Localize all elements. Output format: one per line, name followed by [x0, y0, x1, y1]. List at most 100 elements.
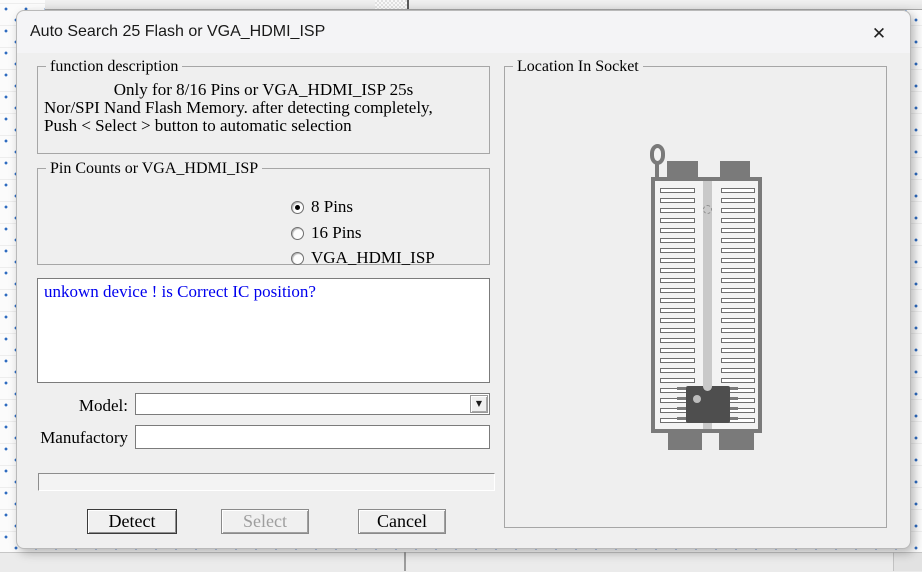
pin-slot — [721, 288, 755, 293]
dialog-title: Auto Search 25 Flash or VGA_HDMI_ISP — [30, 23, 325, 41]
cancel-button[interactable]: Cancel — [358, 509, 446, 534]
auto-search-dialog: Auto Search 25 Flash or VGA_HDMI_ISP ✕ f… — [16, 10, 911, 549]
background-divider-line-top — [407, 0, 409, 9]
dropdown-button[interactable]: ▼ — [470, 395, 488, 413]
pin-slot — [660, 228, 695, 233]
pin-slot — [721, 308, 755, 313]
radio-option-16-pins[interactable]: 16 Pins — [291, 224, 362, 242]
pin-slot — [660, 218, 695, 223]
chip-pin — [677, 397, 686, 400]
pin-slot — [721, 378, 755, 383]
detected-chip — [686, 386, 730, 423]
pin-slot — [660, 268, 695, 273]
pin-slot — [660, 348, 695, 353]
pin-slot — [660, 238, 695, 243]
pin-slot — [721, 188, 755, 193]
pin-slot — [721, 328, 755, 333]
radio-label: VGA_HDMI_ISP — [311, 248, 435, 268]
pin-counts-group: Pin Counts or VGA_HDMI_ISP 8 Pins 16 Pin… — [37, 168, 490, 265]
background-checker-pattern — [375, 0, 407, 9]
background-divider-line-bottom — [404, 552, 406, 571]
chip-pin — [729, 397, 738, 400]
pin-slot — [660, 278, 695, 283]
chip-notch — [703, 386, 712, 391]
pin-slot — [660, 198, 695, 203]
function-description-text: Only for 8/16 Pins or VGA_HDMI_ISP 25s N… — [38, 81, 489, 135]
pin-slot — [721, 338, 755, 343]
pin-slot — [721, 258, 755, 263]
chip-pins-right — [729, 387, 738, 420]
background-toolbar-strip — [45, 0, 922, 10]
pin-slot — [721, 228, 755, 233]
model-combobox[interactable]: ▼ — [135, 393, 490, 415]
pin-slot — [721, 238, 755, 243]
radio-label: 8 Pins — [311, 197, 353, 217]
chip-pin — [729, 387, 738, 390]
pin-slot — [660, 248, 695, 253]
manufactory-input[interactable] — [135, 425, 490, 449]
pin-slot — [721, 248, 755, 253]
pin-slot — [721, 208, 755, 213]
radio-icon — [291, 227, 304, 240]
background-statusbar-strip — [0, 552, 922, 572]
dialog-titlebar: Auto Search 25 Flash or VGA_HDMI_ISP ✕ — [17, 11, 910, 53]
progress-bar — [38, 473, 495, 491]
pin-slot — [721, 218, 755, 223]
close-icon: ✕ — [872, 25, 886, 42]
pin-slot — [660, 208, 695, 213]
background-shade — [894, 553, 922, 571]
pin-slot — [721, 368, 755, 373]
chip-pin — [729, 407, 738, 410]
description-line: Push < Select > button to automatic sele… — [38, 117, 489, 135]
model-label: Model: — [31, 396, 128, 416]
pin-slot — [660, 368, 695, 373]
radio-icon — [291, 252, 304, 265]
select-button[interactable]: Select — [221, 509, 309, 534]
chip-pins-left — [677, 387, 686, 420]
pin-slot — [660, 258, 695, 263]
radio-option-vga-hdmi-isp[interactable]: VGA_HDMI_ISP — [291, 249, 435, 267]
manufactory-label: Manufactory — [31, 428, 128, 448]
socket-screw-hole — [703, 205, 712, 214]
chip-pin1-dot — [693, 395, 701, 403]
pin-slot — [660, 188, 695, 193]
pin-slot — [660, 308, 695, 313]
pin-slot — [660, 338, 695, 343]
pin-slot — [721, 348, 755, 353]
pin-slot — [660, 298, 695, 303]
description-line: Only for 8/16 Pins or VGA_HDMI_ISP 25s — [38, 81, 489, 99]
radio-option-8-pins[interactable]: 8 Pins — [291, 198, 353, 216]
chip-pin — [677, 417, 686, 420]
function-description-group: function description Only for 8/16 Pins … — [37, 66, 490, 154]
socket-body — [651, 177, 762, 433]
status-message-box: unkown device ! is Correct IC position? — [37, 278, 490, 383]
pin-slot — [660, 328, 695, 333]
chip-pin — [729, 417, 738, 420]
function-description-legend: function description — [46, 57, 182, 76]
pin-counts-legend: Pin Counts or VGA_HDMI_ISP — [46, 159, 262, 178]
socket-tab — [667, 161, 698, 178]
pin-slot — [721, 318, 755, 323]
location-in-socket-group: Location In Socket — [504, 66, 887, 528]
socket-tab — [668, 433, 702, 450]
radio-label: 16 Pins — [311, 223, 362, 243]
pin-slot — [721, 278, 755, 283]
chip-pin — [677, 387, 686, 390]
pin-slot — [660, 358, 695, 363]
chip-pin — [677, 407, 686, 410]
zif-socket — [505, 67, 886, 527]
socket-lever-icon — [650, 144, 665, 165]
pin-slot — [721, 298, 755, 303]
description-line: Nor/SPI Nand Flash Memory. after detecti… — [38, 99, 489, 117]
socket-tab — [720, 161, 750, 178]
close-button[interactable]: ✕ — [866, 21, 892, 45]
pin-slot — [660, 378, 695, 383]
detect-button[interactable]: Detect — [87, 509, 177, 534]
radio-icon — [291, 201, 304, 214]
pin-slot — [660, 288, 695, 293]
pin-slot — [660, 318, 695, 323]
status-message-text: unkown device ! is Correct IC position? — [38, 279, 489, 305]
chevron-down-icon: ▼ — [476, 400, 482, 408]
pin-slot — [721, 268, 755, 273]
pin-slot — [721, 198, 755, 203]
